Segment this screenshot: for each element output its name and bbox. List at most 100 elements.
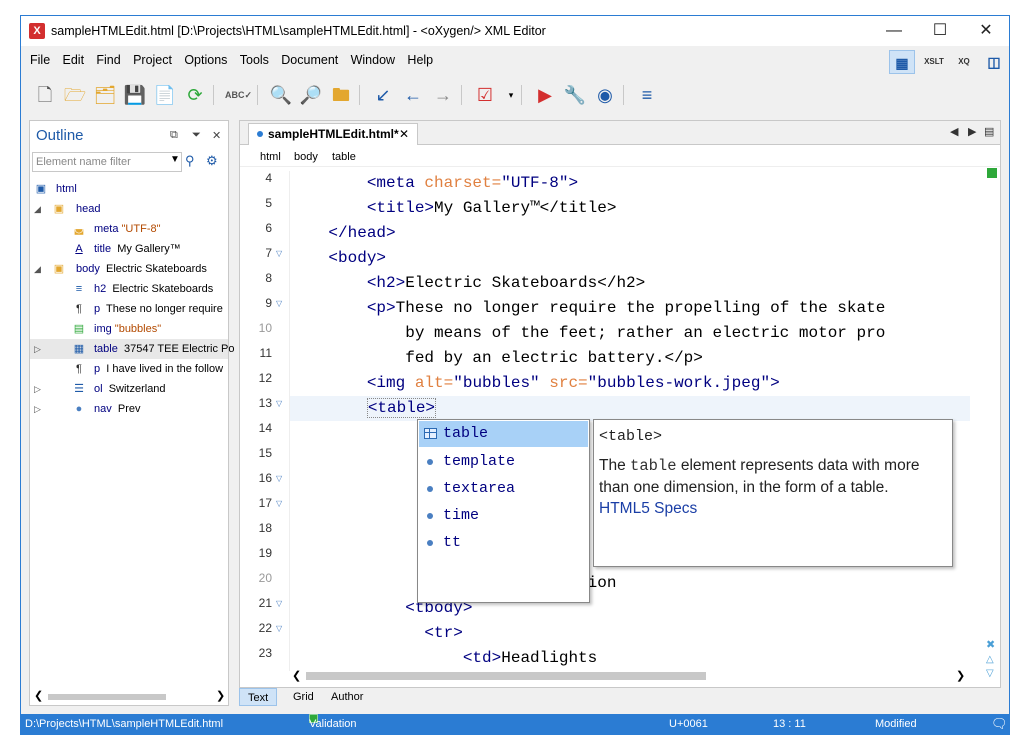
breadcrumb-html[interactable]: html (260, 147, 281, 167)
clear-markers-icon[interactable]: ✖ (986, 638, 995, 651)
back-icon[interactable]: ← (401, 84, 425, 106)
tab-grid-mode[interactable]: Grid (285, 688, 322, 706)
fold-icon[interactable]: ▽ (276, 624, 282, 633)
html5-specs-link[interactable]: HTML5 Specs (599, 500, 947, 518)
restore-panel-icon[interactable]: ⧉ (170, 129, 178, 142)
validate-icon[interactable]: ☑ (473, 84, 497, 106)
search-icon[interactable]: ⚲ (185, 153, 195, 169)
outline-horizontal-scrollbar[interactable]: ❮ ❯ (30, 689, 228, 705)
pin-icon[interactable]: ⏷ (192, 129, 201, 142)
editor-tab[interactable]: sampleHTMLEdit.html* ✕ (248, 123, 418, 145)
line-number: 18 (258, 521, 272, 535)
tree-node-nav[interactable]: ▷ ● nav Prev (30, 399, 228, 419)
completion-item-textarea[interactable]: textarea (419, 476, 588, 502)
settings-gear-icon[interactable]: ⚙ (206, 153, 218, 169)
line-number: 15 (258, 446, 272, 460)
completion-item-time[interactable]: time (419, 503, 588, 529)
tree-node-p[interactable]: ¶ p These no longer require (30, 299, 228, 319)
fold-icon[interactable]: ▽ (276, 474, 282, 483)
validate-dropdown-icon[interactable]: ▾ (499, 84, 523, 106)
tree-node-html[interactable]: ▣ html (30, 179, 228, 199)
menu-help[interactable]: Help (398, 50, 433, 67)
fold-icon[interactable]: ▽ (276, 249, 282, 258)
menu-file[interactable]: File (21, 50, 50, 67)
breadcrumb: html body table (240, 147, 1000, 167)
last-edit-icon[interactable]: ↙ (371, 84, 395, 106)
breadcrumb-table[interactable]: table (332, 147, 356, 167)
new-file-icon[interactable]: 🗋 (33, 84, 57, 106)
database-perspective-icon[interactable]: ◫ (981, 50, 1007, 74)
editor-perspective-icon[interactable]: ▦ (889, 50, 915, 74)
previous-marker-icon[interactable]: △ (986, 654, 994, 665)
xquery-perspective-icon[interactable]: XQ (951, 50, 977, 74)
tree-node-table[interactable]: ▷ ▦ table 37547 TEE Electric Po (30, 339, 234, 359)
fold-icon[interactable]: ▽ (276, 299, 282, 308)
completion-documentation-popup: <table> The table element represents dat… (593, 419, 953, 567)
scroll-left-icon[interactable]: ❮ (34, 689, 43, 702)
completion-item-template[interactable]: template (419, 449, 588, 475)
tree-node-head[interactable]: ◢ ▣ head (30, 199, 228, 219)
menu-project[interactable]: Project (124, 50, 172, 67)
next-marker-icon[interactable]: ▽ (986, 668, 994, 679)
status-bar: D:\Projects\HTML\sampleHTMLEdit.html Val… (21, 714, 1009, 734)
tab-author-mode[interactable]: Author (323, 688, 371, 706)
outline-scroll-thumb[interactable] (48, 694, 166, 700)
tab-list-icon[interactable]: ▤ (984, 125, 994, 138)
tree-node-ol[interactable]: ▷ ☰ ol Switzerland (30, 379, 228, 399)
menu-options[interactable]: Options (175, 50, 227, 67)
scroll-right-icon[interactable]: ❯ (216, 689, 225, 702)
maximize-button[interactable]: ☐ (917, 16, 963, 46)
menu-find[interactable]: Find (87, 50, 120, 67)
tree-node-meta[interactable]: ◛ meta "UTF-8" (30, 219, 228, 239)
menu-window[interactable]: Window (342, 50, 395, 67)
menu-edit[interactable]: Edit (54, 50, 85, 67)
app-window: X sampleHTMLEdit.html [D:\Projects\HTML\… (20, 15, 1010, 735)
close-panel-icon[interactable]: ✕ (212, 129, 221, 142)
completion-item-tt[interactable]: tt (419, 530, 588, 556)
element-filter-input[interactable]: Element name filter (32, 152, 182, 172)
tab-next-icon[interactable]: ▶ (968, 125, 976, 138)
code-line: by means of the feet; rather an electric… (405, 324, 886, 342)
tree-node-img[interactable]: ▤ img "bubbles" (30, 319, 228, 339)
find-replace-icon[interactable]: 🔍 (269, 84, 293, 106)
reload-icon[interactable]: ⟳ (183, 84, 207, 106)
tree-node-h2[interactable]: ≡ h2 Electric Skateboards (30, 279, 228, 299)
tree-node-p2[interactable]: ¶ p I have lived in the follow (30, 359, 228, 379)
open-folder-icon[interactable]: 🗁 (63, 84, 87, 106)
fold-icon[interactable]: ▽ (276, 599, 282, 608)
close-tab-icon[interactable]: ✕ (399, 124, 409, 144)
xslt-perspective-icon[interactable]: XSLT (921, 50, 947, 74)
save-icon[interactable]: 💾 (123, 84, 147, 106)
close-window-button[interactable]: ✕ (963, 16, 1009, 46)
spellcheck-icon[interactable]: ABC✓ (225, 84, 252, 106)
scroll-right-icon[interactable]: ❯ (956, 669, 965, 682)
outline-tree: ▣ html ◢ ▣ head ◛ meta "UTF-8" Atitle My Gal… (30, 179, 234, 419)
forward-icon[interactable]: → (431, 84, 455, 106)
open-url-icon[interactable]: 🗂 (93, 84, 117, 106)
completion-item-table[interactable]: table (419, 421, 588, 447)
minimize-button[interactable]: — (871, 16, 917, 46)
find-in-files-icon[interactable]: 🔎 (299, 84, 323, 106)
debug-transform-icon[interactable]: ◉ (593, 84, 617, 106)
messages-icon[interactable]: 🗨 (991, 714, 1008, 734)
scroll-left-icon[interactable]: ❮ (292, 669, 301, 682)
format-indent-icon[interactable]: ≡ (635, 84, 659, 106)
tab-prev-icon[interactable]: ◀ (950, 125, 958, 138)
code-line: <h2>Electric Skateboards</h2> (366, 274, 646, 292)
tree-node-title[interactable]: Atitle My Gallery™ (30, 239, 228, 259)
editor-horizontal-scrollbar[interactable]: ❮ ❯ (290, 669, 970, 683)
menu-document[interactable]: Document (272, 50, 338, 67)
menu-tools[interactable]: Tools (231, 50, 269, 67)
fold-icon[interactable]: ▽ (276, 399, 282, 408)
configure-transform-icon[interactable]: 🔧 (563, 84, 587, 106)
apply-transform-icon[interactable]: ▶ (533, 84, 557, 106)
tree-node-body[interactable]: ◢ ▣ body Electric Skateboards (30, 259, 228, 279)
horizontal-scroll-thumb[interactable] (306, 672, 706, 680)
filter-dropdown-icon[interactable]: ▼ (170, 154, 180, 165)
tab-text-mode[interactable]: Text (239, 688, 278, 706)
fold-icon[interactable]: ▽ (276, 499, 282, 508)
code-line: fed by an electric battery.</p> (405, 349, 703, 367)
breadcrumb-body[interactable]: body (294, 147, 318, 167)
save-all-icon[interactable]: 📄 (153, 84, 177, 106)
open-find-icon[interactable]: 🖿 (329, 84, 353, 106)
